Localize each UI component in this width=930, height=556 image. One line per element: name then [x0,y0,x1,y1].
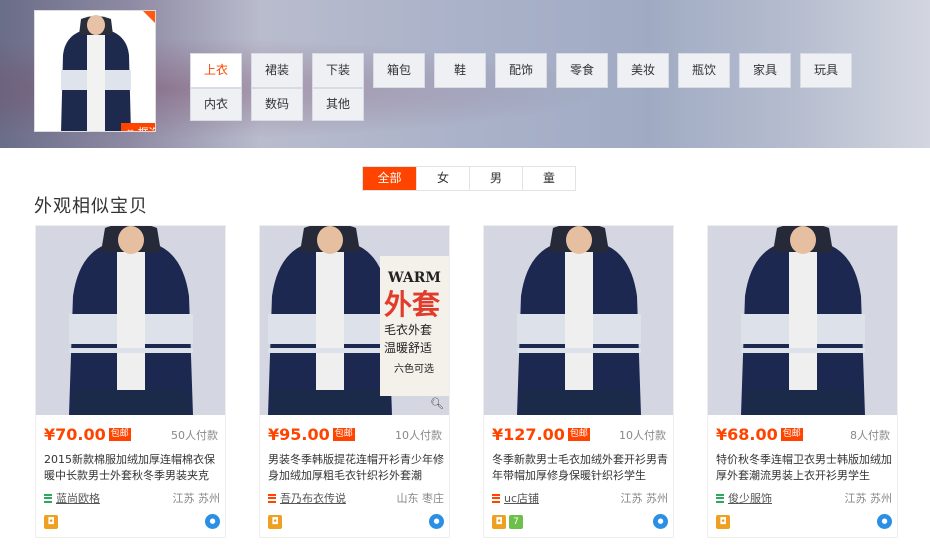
shop-row: 蓝尚欧格 江苏 苏州 [44,490,220,506]
shop-location: 江苏 苏州 [620,492,669,505]
badge-row: ◘ ● [268,514,444,529]
shop-name-link[interactable]: 吾乃布衣传说 [280,490,346,506]
free-shipping-tag: 包邮 [567,428,590,441]
filter-tab-3[interactable]: 童 [522,167,575,190]
product-title[interactable]: 男装冬季韩版提花连帽开衫青少年修身加绒加厚粗毛衣针织衫外套潮 [268,452,444,484]
sold-count: 10人付款 [395,428,442,442]
wangwang-chat-icon[interactable]: ● [877,514,892,529]
shop-name-link[interactable]: 俊少服饰 [728,490,772,506]
svg-text:温暖舒适: 温暖舒适 [384,341,432,355]
sold-count: 10人付款 [619,428,666,442]
category-row-2: 内衣 数码 其他 [190,88,852,121]
price-row: ¥68.00 包邮 8人付款 [716,425,890,444]
shop-list-icon [716,493,724,503]
product-photo [36,226,225,415]
category-瓶饮[interactable]: 瓶饮 [678,53,730,88]
product-photo [484,226,673,415]
badge-row: ◘ 7 ● [492,514,668,529]
shop-location: 江苏 苏州 [844,492,893,505]
price-row: ¥70.00 包邮 50人付款 [44,425,218,444]
product-image[interactable]: WARM 外套 毛衣外套温暖舒适六色可选 🔍︎ [260,226,449,415]
svg-text:外套: 外套 [384,288,441,321]
category-箱包[interactable]: 箱包 [373,53,425,88]
product-image[interactable] [484,226,673,415]
shop-name-link[interactable]: 蓝尚欧格 [56,490,100,506]
product-photo: WARM 外套毛衣外套温暖舒适六色可选 [260,226,449,415]
category-玩具[interactable]: 玩具 [800,53,852,88]
filter-tab-2[interactable]: 男 [469,167,522,190]
product-title[interactable]: 特价秋冬季连帽卫衣男士韩版加绒加厚外套潮流男装上衣开衫男学生 [716,452,892,484]
wangwang-chat-icon[interactable]: ● [205,514,220,529]
filter-tab-1[interactable]: 女 [416,167,469,190]
zoom-icon[interactable]: 🔍︎ [430,397,444,410]
shop-location: 山东 枣庄 [396,492,445,505]
category-配饰[interactable]: 配饰 [495,53,547,88]
category-家具[interactable]: 家具 [739,53,791,88]
svg-text:WARM: WARM [387,270,441,286]
price-row: ¥127.00 包邮 10人付款 [492,425,666,444]
category-裙装[interactable]: 裙装 [251,53,303,88]
sold-count: 50人付款 [171,428,218,442]
badge-row: ◘ ● [44,514,220,529]
category-零食[interactable]: 零食 [556,53,608,88]
category-row-1: 上衣 裙装 下装 箱包鞋配饰 零食 美妆 瓶饮 家具 玩具 [190,53,852,88]
price-row: ¥95.00 包邮 10人付款 [268,425,442,444]
svg-text:毛衣外套: 毛衣外套 [384,322,432,337]
free-shipping-tag: 包邮 [780,428,803,441]
product-card[interactable]: ¥68.00 包邮 8人付款特价秋冬季连帽卫衣男士韩版加绒加厚外套潮流男装上衣开衫男… [707,225,898,538]
product-photo [708,226,897,415]
shop-row: uc店铺 江苏 苏州 [492,490,668,506]
shop-row: 俊少服饰 江苏 苏州 [716,490,892,506]
product-image[interactable] [36,226,225,415]
product-title[interactable]: 2015新款棉服加绒加厚连帽棉衣保暖中长款男士外套秋冬季男装夹克 [44,452,220,484]
shield-icon[interactable]: ◘ [44,514,58,529]
section-title: 外观相似宝贝 [34,196,148,217]
product-card[interactable]: ¥70.00 包邮 50人付款 2015新款棉服加绒加厚连帽棉衣保暖中长款男士外套秋冬… [35,225,226,538]
price: ¥95.00 [268,425,330,444]
category-上衣[interactable]: 上衣 [190,53,242,88]
select-subject-button[interactable]: ⌗ 框选主体 [121,123,155,131]
gender-filter-tabs: 全部女男童 [362,166,576,191]
shop-list-icon [44,493,52,503]
category-鞋[interactable]: 鞋 [434,53,486,88]
price: ¥70.00 [44,425,106,444]
svg-text:六色可选: 六色可选 [394,362,434,375]
product-card[interactable]: WARM 外套 毛衣外套温暖舒适六色可选 🔍︎ ¥95.00 包邮 10人付款男装冬季韩版提… [259,225,450,538]
shield-icon[interactable]: ◘ [492,514,506,529]
shop-location: 江苏 苏州 [172,492,221,505]
sold-count: 8人付款 [850,428,890,442]
query-image[interactable]: ⌗ 框选主体 [34,10,156,132]
category-美妆[interactable]: 美妆 [617,53,669,88]
shield-icon[interactable]: ◘ [268,514,282,529]
select-subject-label: 框选主体 [138,123,155,131]
free-shipping-tag: 包邮 [108,428,131,441]
category-filter: 上衣 裙装 下装 箱包鞋配饰 零食 美妆 瓶饮 家具 玩具 内衣 数码 其他 [190,53,852,121]
price: ¥127.00 [492,425,565,444]
product-card[interactable]: ¥127.00 包邮 10人付款冬季新款男士毛衣加绒外套开衫男青年带帽加厚修身保暖针… [483,225,674,538]
product-title[interactable]: 冬季新款男士毛衣加绒外套开衫男青年带帽加厚修身保暖针织衫学生 [492,452,668,484]
free-shipping-tag: 包邮 [332,428,355,441]
badge-row: ◘ ● [716,514,892,529]
product-grid: ¥70.00 包邮 50人付款 2015新款棉服加绒加厚连帽棉衣保暖中长款男士外套秋冬… [35,225,898,538]
product-image[interactable] [708,226,897,415]
crop-icon: ⌗ [127,123,134,131]
filter-tab-0[interactable]: 全部 [363,167,416,190]
corner-marker [143,11,155,23]
category-下装[interactable]: 下装 [312,53,364,88]
shop-row: 吾乃布衣传说 山东 枣庄 [268,490,444,506]
wangwang-chat-icon[interactable]: ● [653,514,668,529]
query-image-jacket [51,15,141,131]
category-内衣[interactable]: 内衣 [190,88,242,121]
shop-list-icon [268,493,276,503]
seven-day-icon[interactable]: 7 [509,514,523,529]
shop-list-icon [492,493,500,503]
category-数码[interactable]: 数码 [251,88,303,121]
price: ¥68.00 [716,425,778,444]
wangwang-chat-icon[interactable]: ● [429,514,444,529]
shield-icon[interactable]: ◘ [716,514,730,529]
search-header: ⌗ 框选主体 上衣裙装下装箱包鞋配饰零食美妆瓶饮家具玩具 内衣数码其他 [0,0,930,148]
shop-name-link[interactable]: uc店铺 [504,490,539,506]
category-其他[interactable]: 其他 [312,88,364,121]
